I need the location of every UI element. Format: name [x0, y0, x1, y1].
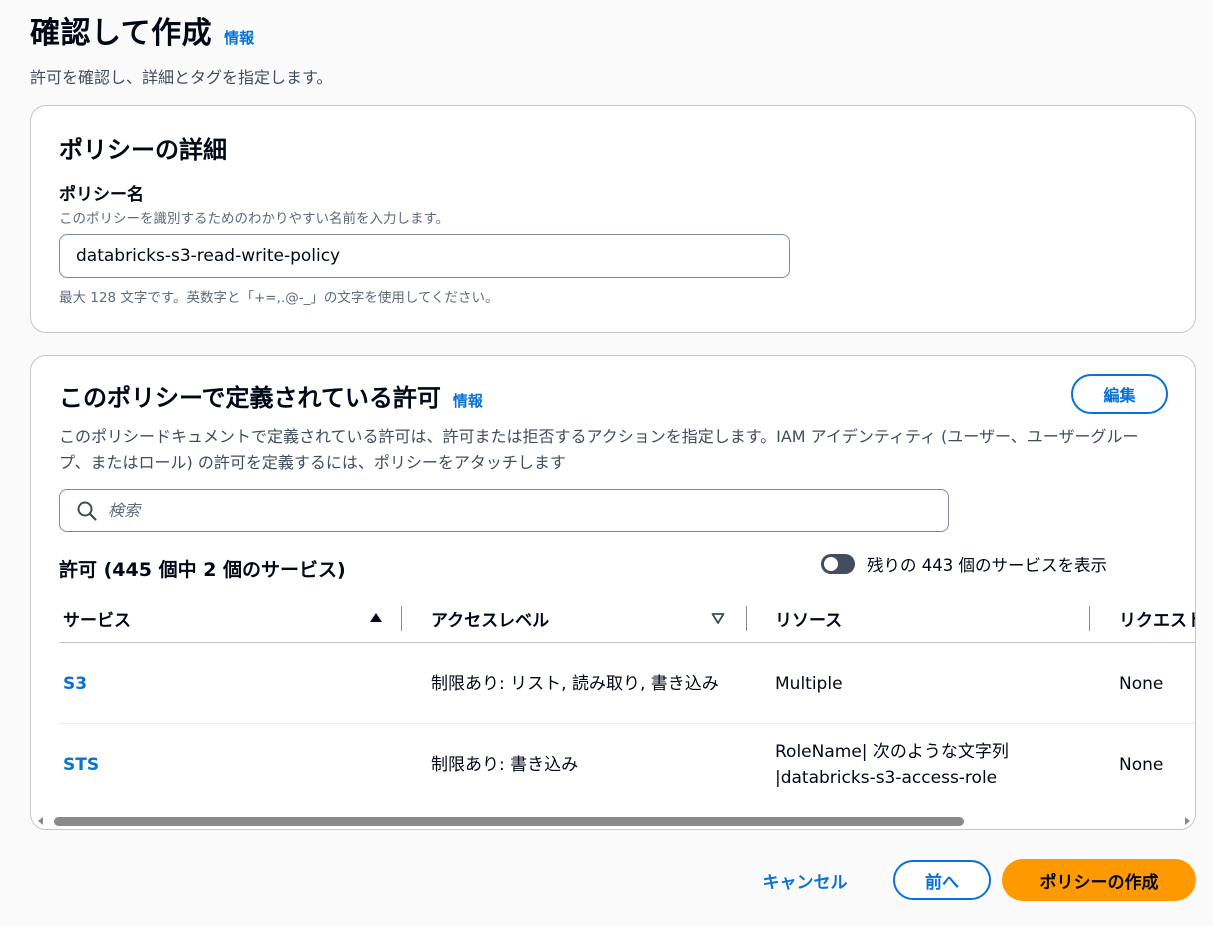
toggle-label: 残りの 443 個のサービスを表示 [867, 556, 1107, 575]
policy-name-constraint: 最大 128 文字です。英数字と「+=,.@-_」の文字を使用してください。 [59, 290, 499, 306]
page-description: 許可を確認し、詳細とタグを指定します。 [30, 68, 333, 87]
scrollbar-thumb[interactable] [54, 817, 964, 826]
previous-button[interactable]: 前へ [893, 860, 991, 900]
service-link-sts[interactable]: STS [59, 724, 399, 805]
column-header-resource-label: リソース [775, 610, 843, 631]
column-header-request[interactable]: リクエスト [1115, 593, 1196, 643]
show-remaining-services-toggle-row[interactable]: 残りの 443 個のサービスを表示 [821, 552, 1107, 576]
service-link-s3[interactable]: S3 [59, 643, 399, 724]
create-policy-button[interactable]: ポリシーの作成 [1002, 859, 1196, 901]
column-divider[interactable] [1089, 606, 1090, 631]
page-title-row: 確認して作成 情報 [30, 8, 332, 52]
search-icon [77, 501, 97, 521]
column-header-service[interactable]: サービス [59, 593, 399, 643]
table-row: STS 制限あり: 書き込み RoleName| 次のような文字列 |datab… [59, 724, 1195, 805]
access-level-cell: 制限あり: 書き込み [431, 754, 579, 775]
policy-name-label: ポリシー名 [59, 185, 144, 205]
column-header-access-level[interactable]: アクセスレベル [427, 593, 727, 643]
table-horizontal-scrollbar[interactable] [31, 812, 1195, 829]
show-remaining-services-toggle[interactable] [821, 554, 855, 574]
permissions-container: このポリシーで定義されている許可 情報 編集 このポリシードキュメントで定義され… [30, 355, 1196, 830]
policy-details-container: ポリシーの詳細 ポリシー名 このポリシーを識別するためのわかりやすい名前を入力し… [30, 105, 1196, 333]
permissions-table: サービス アクセスレベル リソース リクエスト S3 制限あり: リスト, 読み… [59, 593, 1196, 805]
permissions-title-row: このポリシーで定義されている許可 情報 [59, 378, 483, 413]
table-header: サービス アクセスレベル リソース リクエスト [59, 593, 1196, 643]
request-cell: None [1119, 673, 1164, 694]
edit-button[interactable]: 編集 [1071, 374, 1168, 414]
policy-details-title: ポリシーの詳細 [59, 136, 227, 164]
page-title: 確認して作成 [30, 16, 213, 51]
permissions-count: 許可 (445 個中 2 個のサービス) [59, 559, 346, 581]
column-divider[interactable] [746, 606, 747, 631]
sort-descending-icon[interactable] [711, 611, 725, 625]
column-header-request-label: リクエスト [1119, 610, 1196, 631]
permissions-title: このポリシーで定義されている許可 [59, 384, 441, 412]
column-header-resource[interactable]: リソース [771, 593, 1071, 643]
table-row: S3 制限あり: リスト, 読み取り, 書き込み Multiple None [59, 643, 1195, 724]
page-header: 確認して作成 情報 許可を確認し、詳細とタグを指定します。 [30, 8, 332, 88]
access-level-cell: 制限あり: リスト, 読み取り, 書き込み [431, 673, 719, 694]
resource-cell: RoleName| 次のような文字列 |databricks-s3-access… [775, 741, 1009, 788]
permissions-description: このポリシードキュメントで定義されている許可は、許可または拒否するアクションを指… [59, 427, 1139, 472]
search-input[interactable] [108, 501, 928, 520]
page-info-link[interactable]: 情報 [224, 27, 254, 48]
scrollbar-track[interactable] [49, 816, 1179, 826]
review-and-create-page: 確認して作成 情報 許可を確認し、詳細とタグを指定します。 ポリシーの詳細 ポリ… [0, 0, 1213, 926]
scroll-left-arrow-icon[interactable] [35, 815, 47, 827]
resource-cell: Multiple [775, 673, 843, 694]
cancel-button[interactable]: キャンセル [740, 860, 870, 900]
scroll-right-arrow-icon[interactable] [1181, 815, 1193, 827]
toggle-knob [824, 557, 838, 571]
request-cell: None [1119, 754, 1164, 775]
sort-ascending-icon[interactable] [369, 611, 383, 625]
policy-name-description: このポリシーを識別するためのわかりやすい名前を入力します。 [59, 211, 450, 227]
column-divider[interactable] [401, 606, 402, 631]
column-header-access-level-label: アクセスレベル [431, 610, 550, 631]
column-header-service-label: サービス [63, 610, 131, 631]
permissions-search-box[interactable] [59, 489, 949, 532]
permissions-info-link[interactable]: 情報 [453, 390, 483, 411]
policy-name-input[interactable]: databricks-s3-read-write-policy [59, 234, 790, 278]
